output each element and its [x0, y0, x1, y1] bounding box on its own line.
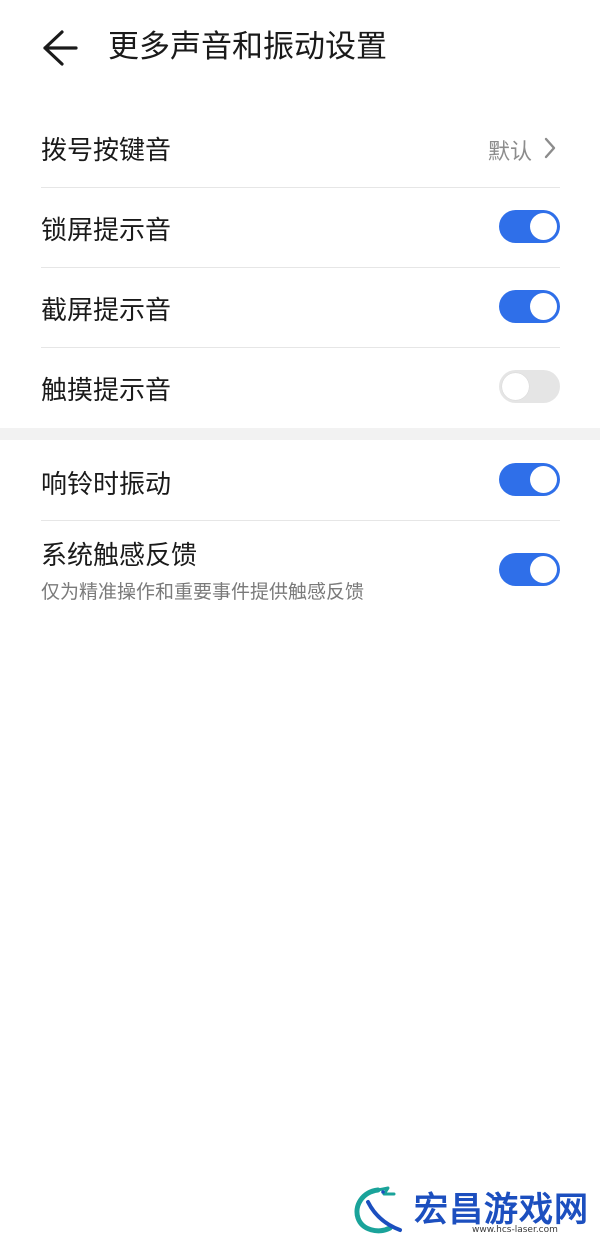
toggle-knob: [530, 213, 557, 240]
watermark-url: www.hcs-laser.com: [472, 1225, 558, 1235]
dial-tone-row[interactable]: 拨号按键音 默认: [0, 108, 600, 188]
toggle-knob: [530, 556, 557, 583]
vibrate-on-ring-row: 响铃时振动: [0, 440, 600, 520]
dial-tone-label: 拨号按键音: [41, 136, 172, 166]
lock-screen-sound-row: 锁屏提示音: [0, 188, 600, 268]
back-button[interactable]: [36, 26, 84, 70]
arrow-left-icon: [43, 30, 78, 66]
toggle-knob: [530, 293, 557, 320]
watermark-text: 宏昌游戏网: [414, 1190, 589, 1230]
touch-sound-label: 触摸提示音: [41, 376, 172, 406]
screenshot-sound-label: 截屏提示音: [41, 296, 172, 326]
touch-sound-row: 触摸提示音: [0, 348, 600, 428]
haptic-feedback-toggle[interactable]: [499, 553, 560, 586]
watermark: 宏昌游戏网 www.hcs-laser.com: [350, 1180, 595, 1240]
touch-sound-toggle[interactable]: [499, 370, 560, 403]
title-bar: 更多声音和振动设置: [0, 0, 600, 100]
screenshot-sound-toggle[interactable]: [499, 290, 560, 323]
haptic-feedback-row: 系统触感反馈 仅为精准操作和重要事件提供触感反馈: [0, 521, 600, 617]
lock-screen-sound-toggle[interactable]: [499, 210, 560, 243]
section-separator: [0, 428, 600, 440]
vibrate-on-ring-label: 响铃时振动: [41, 470, 172, 500]
toggle-knob: [530, 466, 557, 493]
toggle-knob: [502, 373, 529, 400]
haptic-feedback-label: 系统触感反馈: [41, 541, 198, 571]
page-title: 更多声音和振动设置: [108, 29, 387, 65]
lock-screen-sound-label: 锁屏提示音: [41, 216, 172, 246]
haptic-feedback-subtitle: 仅为精准操作和重要事件提供触感反馈: [41, 581, 365, 603]
dragon-logo-icon: [354, 1186, 402, 1234]
screenshot-sound-row: 截屏提示音: [0, 268, 600, 348]
dial-tone-value: 默认: [487, 140, 532, 165]
chevron-right-icon: [544, 137, 556, 159]
vibrate-on-ring-toggle[interactable]: [499, 463, 560, 496]
